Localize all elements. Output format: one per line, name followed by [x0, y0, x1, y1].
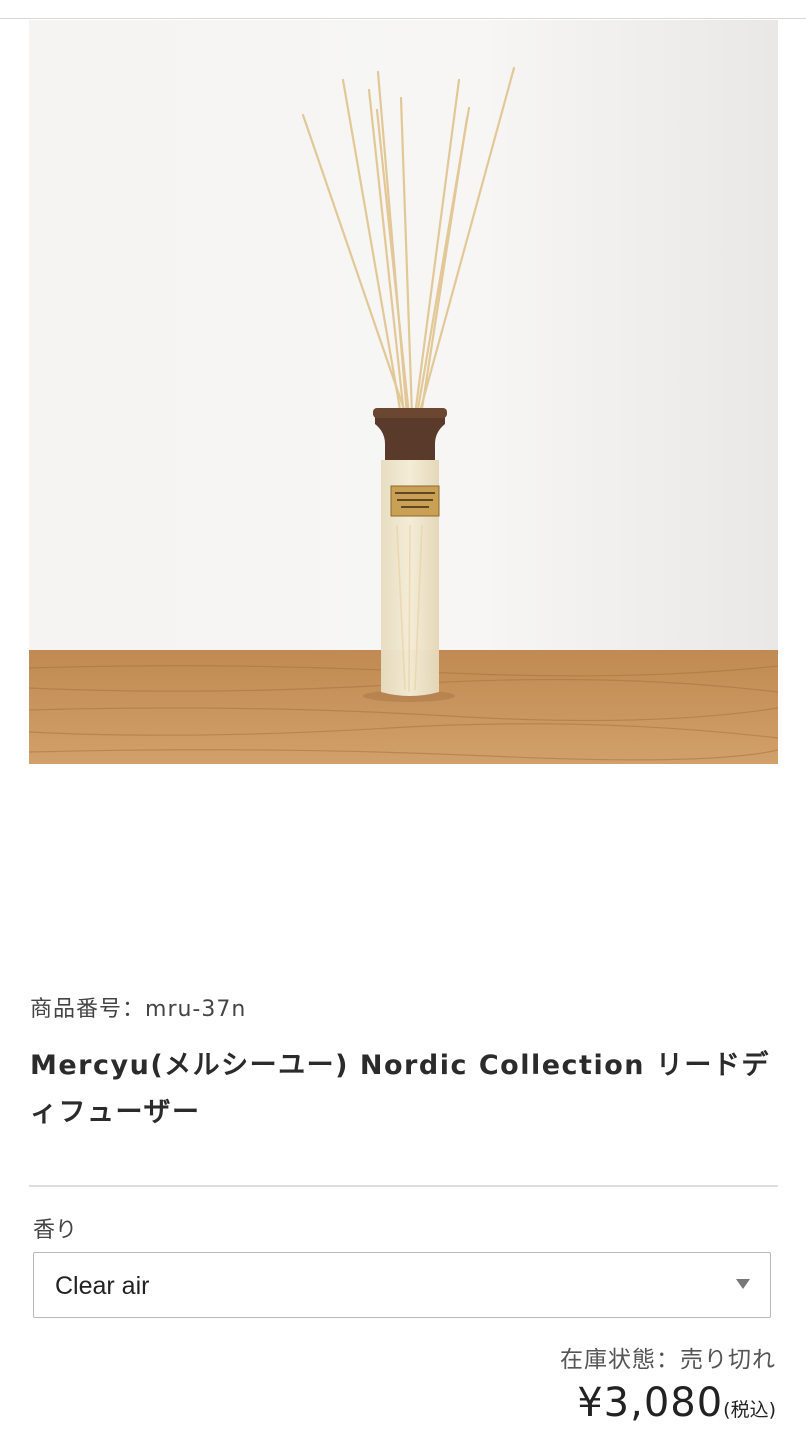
stock-status: 在庫状態：売り切れ [560, 1347, 776, 1373]
fragrance-select[interactable]: Clear air [33, 1252, 771, 1318]
section-divider [29, 1185, 778, 1187]
product-image[interactable] [29, 20, 778, 764]
price-amount: ¥3,080 [577, 1380, 724, 1426]
product-sku: 商品番号：mru-37n [30, 991, 246, 1023]
price-tax-note: (税込) [723, 1399, 776, 1421]
product-photo [29, 20, 778, 764]
sku-label: 商品番号： [30, 997, 146, 1022]
fragrance-select-value: Clear air [55, 1272, 150, 1300]
product-price: ¥3,080(税込) [577, 1380, 776, 1426]
product-title: Mercyu(メルシーユー) Nordic Collection リードディフュ… [30, 1050, 770, 1128]
sku-value: mru-37n [145, 997, 247, 1022]
header-divider [0, 18, 806, 19]
variant-label: 香り [33, 1218, 78, 1243]
chevron-down-icon [736, 1279, 750, 1289]
